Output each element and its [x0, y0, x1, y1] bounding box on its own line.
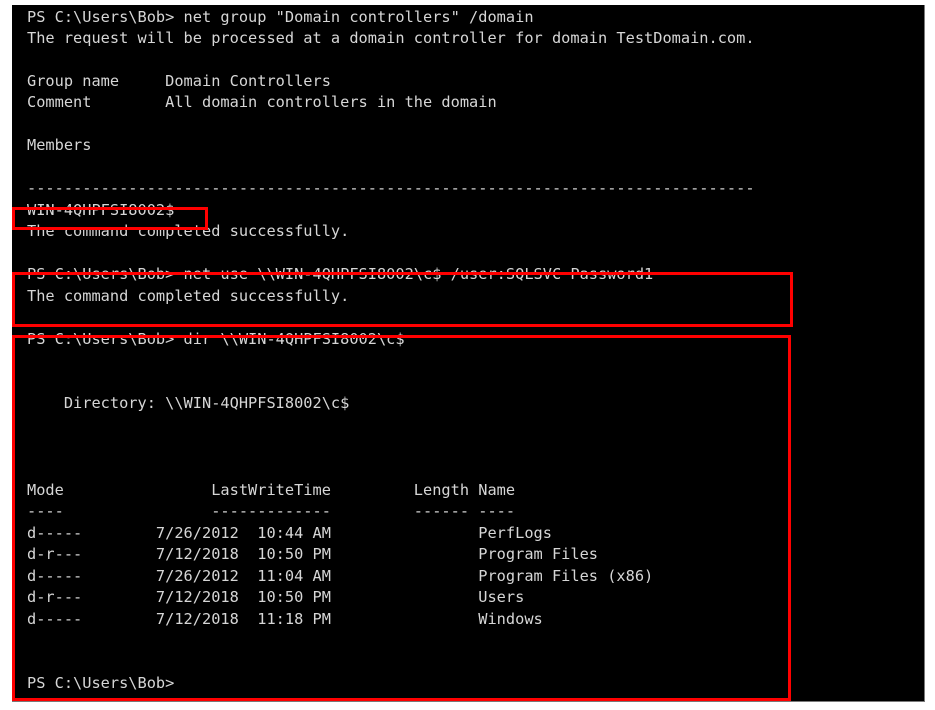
terminal-line-command: PS C:\Users\Bob> net group "Domain contr… — [27, 8, 534, 26]
terminal-line: Members — [27, 136, 92, 154]
terminal-line: Comment All domain controllers in the do… — [27, 93, 497, 111]
highlight-box-net-use — [12, 272, 793, 327]
highlight-box-dir — [12, 335, 791, 701]
terminal-line: Group name Domain Controllers — [27, 72, 331, 90]
terminal-separator: ----------------------------------------… — [27, 179, 755, 197]
terminal-line: The request will be processed at a domai… — [27, 29, 755, 47]
highlight-box-member — [12, 207, 208, 230]
